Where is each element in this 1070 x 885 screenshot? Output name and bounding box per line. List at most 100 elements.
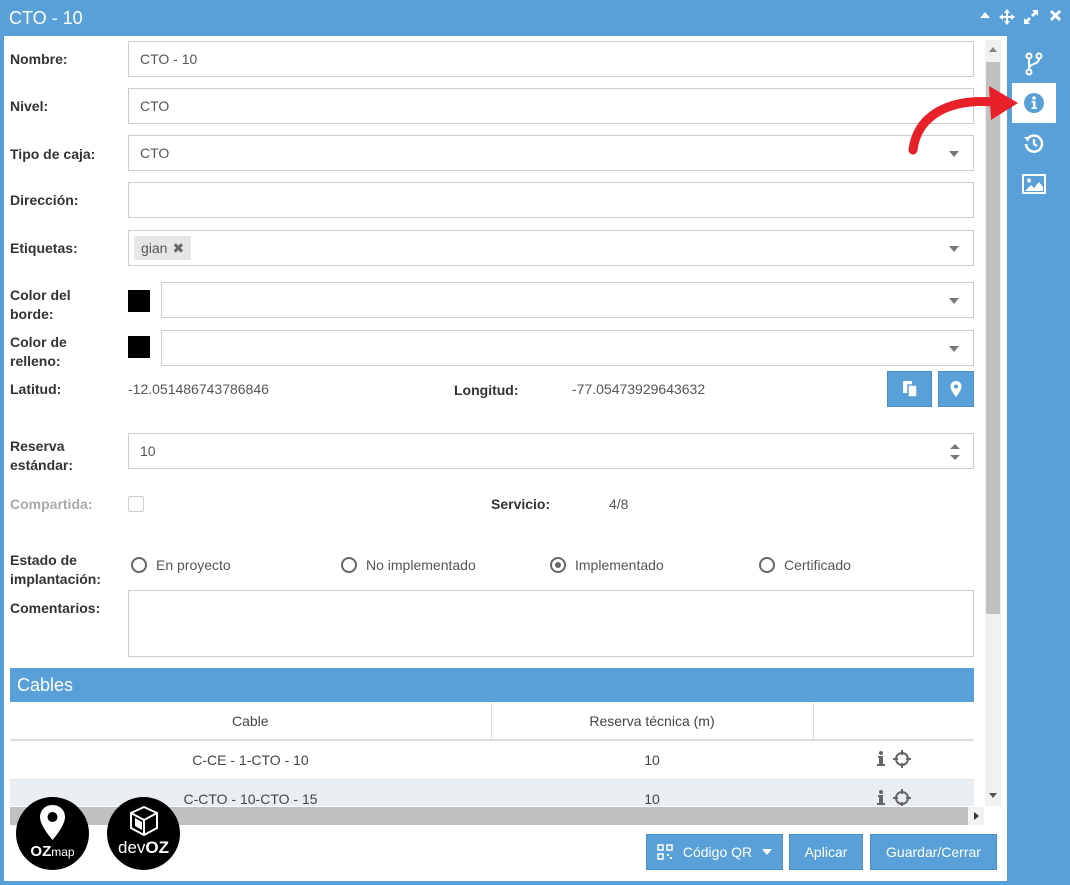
fill-color-swatch[interactable] bbox=[128, 336, 150, 358]
comentarios-textarea[interactable] bbox=[128, 590, 974, 657]
tipo-caja-select[interactable]: CTO bbox=[128, 135, 974, 171]
estado-label-line2: implantación: bbox=[10, 571, 102, 587]
color-relleno-label: Color de relleno: bbox=[10, 333, 67, 371]
tipo-caja-label: Tipo de caja: bbox=[10, 146, 96, 162]
border-color-swatch[interactable] bbox=[128, 290, 150, 312]
radio-no-implementado[interactable]: No implementado bbox=[341, 557, 476, 573]
reserva-value: 10 bbox=[140, 443, 156, 459]
radio-implementado[interactable]: Implementado bbox=[550, 557, 664, 573]
devoz-wordmark: devOZ bbox=[107, 839, 180, 857]
apply-button[interactable]: Aplicar bbox=[789, 834, 863, 870]
ozmap-wordmark: OZmap bbox=[16, 844, 89, 860]
properties-panel: Nombre: CTO - 10 Nivel: CTO Tipo de caja… bbox=[4, 36, 1007, 881]
scroll-up-icon[interactable] bbox=[989, 47, 997, 52]
qr-code-label: Código QR bbox=[682, 844, 753, 860]
compartida-label: Compartida: bbox=[10, 496, 93, 512]
reserva-cell: 10 bbox=[491, 779, 813, 806]
servicio-value: 4/8 bbox=[609, 496, 629, 512]
save-close-button[interactable]: Guardar/Cerrar bbox=[870, 834, 997, 870]
qr-code-icon bbox=[657, 844, 673, 860]
info-icon[interactable] bbox=[876, 789, 885, 806]
cables-title: Cables bbox=[17, 675, 74, 695]
cable-name-cell: C-CE - 1-CTO - 10 bbox=[10, 740, 491, 780]
annotation-arrow-icon bbox=[908, 86, 1018, 155]
longitud-value: -77.05473929643632 bbox=[572, 381, 706, 397]
latitud-value: -12.051486743786846 bbox=[128, 381, 269, 397]
scroll-right-icon[interactable] bbox=[968, 807, 984, 825]
ozmap-logo: OZmap bbox=[16, 797, 89, 870]
qr-code-button[interactable]: Código QR bbox=[646, 834, 783, 870]
devoz-logo: devOZ bbox=[107, 797, 180, 870]
devoz-suffix: OZ bbox=[145, 838, 170, 857]
column-header-actions bbox=[813, 703, 974, 741]
radio-dot-selected bbox=[550, 557, 566, 573]
tag-chip: gian ✖ bbox=[134, 236, 192, 260]
crosshair-icon[interactable] bbox=[892, 749, 911, 768]
reserva-label-line1: Reserva bbox=[10, 438, 65, 454]
cable-name-cell: C-CTO - 10-CTO - 15 bbox=[10, 779, 491, 806]
longitud-label: Longitud: bbox=[454, 382, 519, 398]
color-borde-label-line2: borde: bbox=[10, 306, 54, 322]
cables-table: Cable Reserva técnica (m) C-CE - 1-CTO -… bbox=[10, 703, 974, 806]
maximize-icon[interactable] bbox=[1023, 9, 1039, 25]
estado-label-line1: Estado de bbox=[10, 552, 77, 568]
locate-on-map-button[interactable] bbox=[938, 371, 974, 407]
cube-icon bbox=[130, 806, 158, 836]
ozmap-prefix: OZ bbox=[30, 843, 52, 860]
radio-label: Implementado bbox=[575, 557, 664, 573]
window-title: CTO - 10 bbox=[9, 8, 83, 28]
column-header-reserva[interactable]: Reserva técnica (m) bbox=[491, 703, 814, 741]
reserva-cell: 10 bbox=[491, 740, 813, 780]
servicio-label: Servicio: bbox=[491, 496, 551, 512]
devoz-prefix: dev bbox=[117, 838, 146, 857]
radio-en-proyecto[interactable]: En proyecto bbox=[131, 557, 231, 573]
scroll-down-icon[interactable] bbox=[989, 793, 997, 798]
info-icon[interactable] bbox=[876, 750, 885, 767]
actions-cell bbox=[813, 740, 974, 780]
form-scroll-area[interactable]: Nombre: CTO - 10 Nivel: CTO Tipo de caja… bbox=[4, 36, 984, 806]
radio-label: En proyecto bbox=[156, 557, 231, 573]
remove-tag-icon[interactable]: ✖ bbox=[172, 240, 184, 256]
chevron-down-icon bbox=[949, 298, 959, 304]
apply-label: Aplicar bbox=[804, 844, 848, 860]
map-pin-icon bbox=[40, 805, 65, 840]
reserva-stepper[interactable]: 10 bbox=[128, 433, 974, 469]
stepper-arrows-icon[interactable] bbox=[949, 442, 961, 462]
cables-section-header: Cables bbox=[10, 668, 974, 702]
tipo-caja-value: CTO bbox=[140, 145, 170, 161]
latitud-label: Latitud: bbox=[10, 381, 62, 397]
etiquetas-select[interactable]: gian ✖ bbox=[128, 230, 974, 266]
copy-coordinates-button[interactable] bbox=[887, 371, 932, 407]
direccion-input[interactable] bbox=[128, 182, 974, 218]
chevron-down-icon bbox=[949, 346, 959, 352]
nivel-input[interactable]: CTO bbox=[128, 88, 974, 124]
reserva-label-line2: estándar: bbox=[10, 457, 74, 473]
chevron-down-icon bbox=[762, 849, 773, 855]
image-icon[interactable] bbox=[1012, 164, 1056, 204]
window-titlebar: CTO - 10 bbox=[0, 0, 1070, 36]
radio-dot bbox=[131, 557, 147, 573]
compartida-checkbox[interactable] bbox=[128, 496, 144, 512]
nombre-input[interactable]: CTO - 10 bbox=[128, 41, 974, 77]
color-relleno-select[interactable] bbox=[161, 330, 974, 366]
column-header-cable[interactable]: Cable bbox=[10, 703, 492, 741]
save-close-label: Guardar/Cerrar bbox=[886, 844, 981, 860]
radio-dot bbox=[341, 557, 357, 573]
chevron-down-icon bbox=[949, 246, 959, 252]
crosshair-icon[interactable] bbox=[892, 788, 911, 807]
nombre-label: Nombre: bbox=[10, 51, 68, 67]
ozmap-suffix: map bbox=[51, 845, 75, 859]
color-relleno-label-line1: Color de bbox=[10, 334, 67, 350]
direccion-label: Dirección: bbox=[10, 192, 79, 208]
color-borde-label: Color del borde: bbox=[10, 286, 71, 324]
color-borde-select[interactable] bbox=[161, 282, 974, 318]
tag-label: gian bbox=[141, 240, 168, 256]
move-icon[interactable] bbox=[999, 9, 1015, 25]
close-icon[interactable] bbox=[1047, 9, 1063, 25]
collapse-icon[interactable] bbox=[977, 9, 993, 25]
copy-icon bbox=[902, 381, 918, 398]
color-relleno-label-line2: relleno: bbox=[10, 353, 61, 369]
radio-certificado[interactable]: Certificado bbox=[759, 557, 851, 573]
etiquetas-label: Etiquetas: bbox=[10, 240, 78, 256]
nivel-label: Nivel: bbox=[10, 98, 49, 114]
